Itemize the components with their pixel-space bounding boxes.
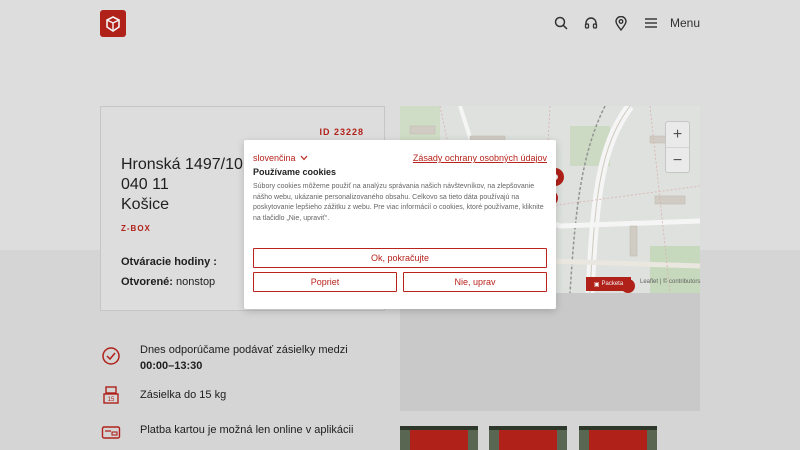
cookie-consent-dialog: slovenčina Zásady ochrany osobných údajo…: [244, 140, 556, 309]
language-label: slovenčina: [253, 153, 296, 163]
customize-cookies-button[interactable]: Nie, uprav: [403, 272, 547, 292]
reject-cookies-button[interactable]: Popriet: [253, 272, 397, 292]
accept-cookies-button[interactable]: Ok, pokračujte: [253, 248, 547, 268]
language-selector[interactable]: slovenčina: [253, 153, 308, 163]
chevron-down-icon: [300, 155, 307, 161]
privacy-policy-link[interactable]: Zásady ochrany osobných údajov: [413, 153, 547, 163]
cookie-dialog-title: Používame cookies: [253, 167, 337, 177]
cookie-dialog-body: Súbory cookies môžeme použiť na analýzu …: [253, 183, 544, 222]
